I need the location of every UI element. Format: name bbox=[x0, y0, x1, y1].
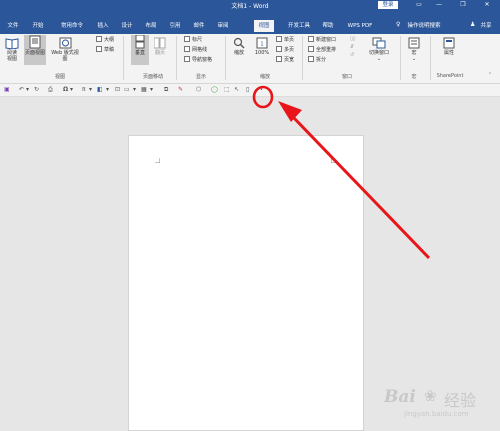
annotation-arrowhead bbox=[278, 101, 302, 122]
watermark-brand: Bai bbox=[384, 387, 416, 407]
annotation-circle bbox=[252, 85, 274, 109]
watermark-url: jingyan.baidu.com bbox=[404, 410, 469, 418]
annotation-overlay bbox=[252, 85, 431, 260]
baidu-jingyan-watermark: Bai ❀ 经验 jingyan.baidu.com bbox=[384, 387, 494, 423]
paw-icon: ❀ bbox=[424, 387, 437, 405]
annotation-arrow-line bbox=[292, 116, 431, 260]
watermark-suffix: 经验 bbox=[444, 391, 477, 410]
